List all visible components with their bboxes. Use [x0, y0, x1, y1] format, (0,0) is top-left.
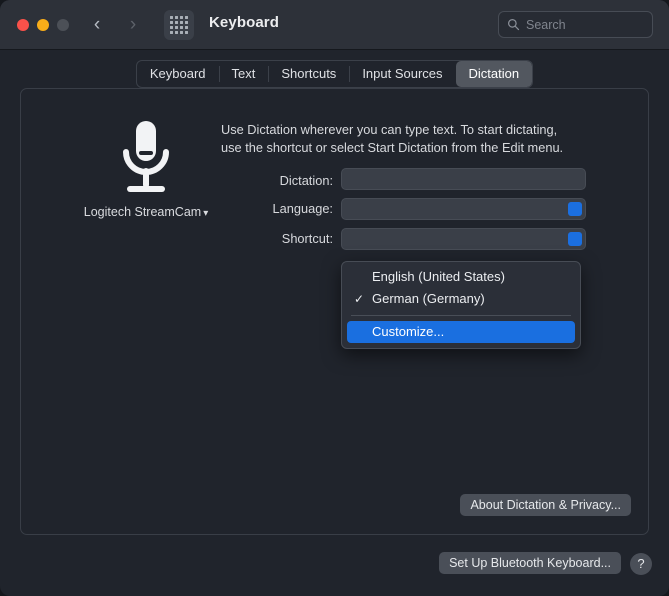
dictation-description: Use Dictation wherever you can type text… — [221, 121, 621, 157]
window-titlebar: ‹ › Keyboard Search — [0, 0, 669, 50]
about-dictation-privacy-button[interactable]: About Dictation & Privacy... — [460, 494, 631, 516]
minimize-window-button[interactable] — [37, 19, 49, 31]
chevron-down-icon: ▾ — [203, 208, 209, 219]
traffic-lights — [17, 19, 69, 31]
menu-item-customize[interactable]: Customize... — [347, 321, 575, 343]
label-dictation: Dictation: — [279, 173, 333, 188]
language-popup-arrows — [568, 202, 582, 216]
tab-text[interactable]: Text — [218, 61, 269, 87]
show-all-grid-icon[interactable] — [164, 10, 194, 40]
dictation-panel: Logitech StreamCam ▾ Use Dictation wherev… — [20, 88, 649, 535]
page-title: Keyboard — [209, 14, 279, 31]
menu-separator — [351, 315, 571, 316]
search-placeholder: Search — [526, 17, 566, 32]
microphone-source-popup[interactable]: Logitech StreamCam ▾ — [66, 205, 226, 219]
tab-dictation[interactable]: Dictation — [455, 61, 533, 87]
checkmark-icon: ✓ — [354, 292, 365, 306]
dictation-description-line2: use the shortcut or select Start Dictati… — [221, 140, 564, 155]
menu-item-english[interactable]: English (United States) — [342, 266, 580, 288]
label-shortcut: Shortcut: — [281, 231, 333, 246]
menu-item-german[interactable]: ✓ German (Germany) — [342, 288, 580, 310]
keyboard-preferences-window: ‹ › Keyboard Search Keyboard Text Shortc… — [0, 0, 669, 596]
dictation-toggle-control[interactable] — [341, 168, 586, 190]
tab-shortcuts[interactable]: Shortcuts — [268, 61, 349, 87]
microphone-icon — [123, 121, 169, 192]
menu-item-german-label: German (Germany) — [372, 291, 485, 306]
tab-group: Keyboard Text Shortcuts Input Sources Di… — [135, 60, 534, 88]
microphone-device-label: Logitech StreamCam — [83, 205, 202, 219]
forward-chevron-icon[interactable]: › — [122, 14, 144, 36]
search-icon — [508, 19, 520, 31]
menu-item-english-label: English (United States) — [372, 269, 505, 284]
search-input[interactable]: Search — [498, 11, 653, 38]
help-button[interactable]: ? — [630, 553, 652, 575]
close-window-button[interactable] — [17, 19, 29, 31]
language-dropdown-menu: English (United States) ✓ German (German… — [341, 261, 581, 349]
shortcut-popup-arrows — [568, 232, 582, 246]
grid-dots — [170, 16, 188, 34]
preference-tabbar: Keyboard Text Shortcuts Input Sources Di… — [0, 60, 669, 88]
language-popup-button[interactable] — [341, 198, 586, 220]
dictation-description-line1: Use Dictation wherever you can type text… — [221, 122, 558, 137]
tab-keyboard[interactable]: Keyboard — [137, 61, 219, 87]
label-language: Language: — [272, 201, 334, 216]
shortcut-popup-button[interactable] — [341, 228, 586, 250]
microphone-block: Logitech StreamCam ▾ — [66, 119, 226, 219]
tab-input-sources[interactable]: Input Sources — [349, 61, 455, 87]
zoom-window-button[interactable] — [57, 19, 69, 31]
back-chevron-icon[interactable]: ‹ — [86, 14, 108, 36]
set-up-bluetooth-keyboard-button[interactable]: Set Up Bluetooth Keyboard... — [439, 552, 621, 574]
